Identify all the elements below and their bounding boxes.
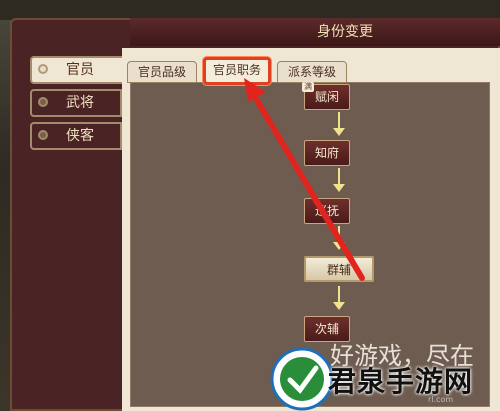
annotation-arrow-shaft	[249, 89, 365, 281]
watermark-brand: 君泉手游网	[328, 365, 474, 398]
watermark-url: rl.com	[428, 395, 454, 404]
